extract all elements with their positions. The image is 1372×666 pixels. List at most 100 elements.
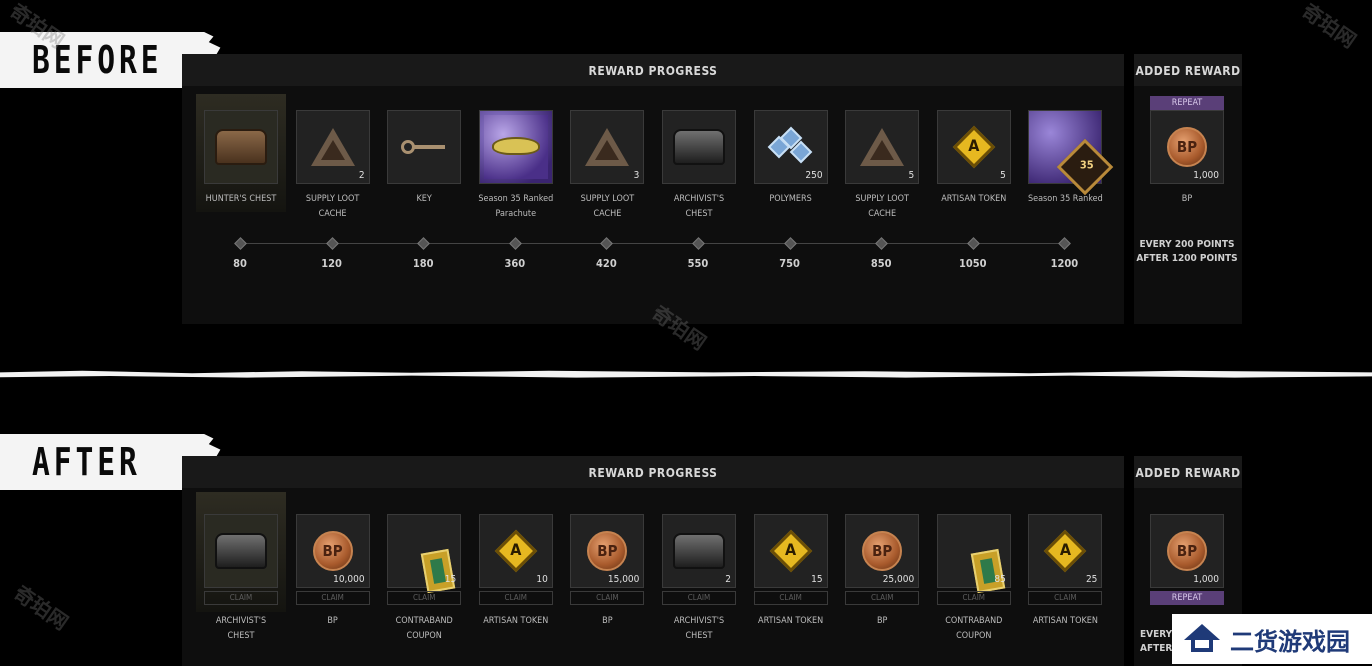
reward-slot[interactable]: A5 [936, 110, 1011, 184]
reward-qty: 5 [908, 170, 915, 181]
reward-progress-title: REWARD PROGRESS [182, 54, 1124, 86]
hunters-chest-icon [215, 129, 267, 165]
after-section: AFTER REWARD PROGRESS ADDED REWARD CLAIM… [0, 378, 1372, 666]
points-label: 850 [870, 257, 892, 270]
reward-label: SUPPLY LOOT CACHE [855, 194, 909, 219]
watermark: 奇珀网 [1297, 0, 1361, 53]
repeat-badge: REPEAT [1150, 96, 1224, 110]
reward-label: BP [602, 616, 613, 626]
archivists-chest-icon [673, 533, 725, 569]
before-section: BEFORE REWARD PROGRESS ADDED REWARD HUNT… [0, 0, 1372, 368]
watermark: 奇珀网 [9, 580, 73, 635]
reward-slot[interactable]: A 10 [478, 514, 553, 588]
reward-label: BP [876, 616, 888, 626]
added-reward-qty: 1,000 [1193, 170, 1219, 181]
claim-button[interactable]: CLAIM [387, 591, 462, 605]
claim-button[interactable]: CLAIM [204, 591, 278, 605]
reward-slot[interactable]: A 25 [1028, 514, 1103, 588]
points-label: 420 [596, 257, 617, 270]
artisan-token-icon: A [494, 529, 538, 573]
added-reward-slot[interactable]: BP 1,000 [1150, 514, 1224, 588]
reward-slot[interactable]: 2 [662, 514, 736, 588]
reward-slot[interactable]: A 15 [753, 514, 828, 588]
reward-slot[interactable] [204, 110, 278, 184]
claim-button[interactable]: CLAIM [570, 591, 645, 605]
house-logo-icon [1184, 624, 1220, 640]
contraband-coupon-icon [420, 548, 456, 594]
reward-slot[interactable]: 85 [936, 514, 1011, 594]
reward-slot[interactable]: BP 25,000 [845, 514, 920, 588]
reward-qty: 15,000 [607, 574, 640, 585]
claim-button[interactable]: CLAIM [753, 591, 828, 605]
reward-label: CONTRABAND COUPON [945, 616, 1003, 641]
progress-track [240, 243, 1064, 244]
reward-label: ARTISAN TOKEN [941, 194, 1007, 204]
site-logo-text: 二货游戏园 [1230, 628, 1350, 656]
reward-slot[interactable]: 3 [570, 110, 645, 184]
bp-coin-icon: BP [1167, 127, 1207, 167]
reward-label: SUPPLY LOOT CACHE [580, 194, 635, 219]
reward-qty: 85 [994, 574, 1006, 585]
reward-slot[interactable]: 5 [845, 110, 920, 184]
reward-slot[interactable]: 2 [295, 110, 370, 184]
reward-label: ARCHIVIST'S CHEST [673, 194, 725, 219]
reward-qty: 15 [444, 574, 457, 585]
reward-slot[interactable] [204, 514, 278, 588]
contraband-coupon-icon [970, 548, 1006, 594]
reward-qty: 10,000 [333, 574, 365, 585]
after-tag-text: AFTER [32, 440, 141, 484]
site-logo: 二货游戏园 [1172, 614, 1372, 664]
claim-button[interactable]: CLAIM [662, 591, 736, 605]
reward-qty: 250 [805, 170, 823, 181]
claim-button[interactable]: CLAIM [478, 591, 553, 605]
reward-slot[interactable]: BP 10,000 [295, 514, 370, 588]
reward-qty: 5 [1000, 170, 1006, 181]
bp-coin-icon: BP [587, 531, 628, 571]
supply-loot-cache-icon [585, 128, 630, 166]
reward-label: ARCHIVIST'S CHEST [215, 616, 267, 641]
claim-button[interactable]: CLAIM [936, 591, 1011, 605]
bp-coin-icon: BP [862, 531, 903, 571]
claim-button[interactable]: CLAIM [1028, 591, 1103, 605]
reward-label: ARTISAN TOKEN [1032, 616, 1098, 626]
reward-label: Season 35 Ranked Parachute [478, 194, 554, 219]
points-label: 1200 [1050, 257, 1079, 270]
added-reward-panel: ADDED REWARD [1134, 54, 1242, 324]
reward-slot[interactable] [478, 110, 553, 184]
bp-coin-icon: BP [1167, 531, 1207, 571]
repeat-badge: REPEAT [1150, 591, 1224, 605]
key-icon [401, 140, 447, 154]
reward-label: HUNTER'S CHEST [205, 194, 277, 204]
reward-label: CONTRABAND COUPON [395, 616, 453, 641]
added-reward-label: BP [1181, 194, 1193, 204]
points-label: 1050 [959, 257, 987, 270]
claim-button[interactable]: CLAIM [845, 591, 920, 605]
bp-coin-icon: BP [312, 531, 353, 571]
points-label: 550 [687, 257, 709, 270]
reward-qty: 3 [633, 170, 640, 181]
reward-qty: 2 [725, 574, 731, 585]
reward-slot[interactable]: 35 [1028, 110, 1114, 196]
added-reward-qty: 1,000 [1193, 574, 1219, 585]
reward-slot[interactable]: BP 15,000 [570, 514, 645, 588]
reward-slot[interactable]: 15 [387, 514, 462, 594]
reward-label: ARTISAN TOKEN [758, 616, 824, 626]
reward-slot[interactable] [387, 110, 462, 184]
artisan-token-icon: A [1043, 529, 1087, 573]
added-reward-title: ADDED REWARD [1134, 54, 1242, 86]
reward-qty: 15 [811, 574, 823, 585]
points-label: 360 [504, 257, 526, 270]
artisan-token-icon: A [769, 529, 813, 573]
reward-slot[interactable]: 250 [753, 110, 828, 184]
reward-qty: 10 [536, 574, 548, 585]
added-reward-slot[interactable]: BP 1,000 [1150, 110, 1224, 184]
reward-slot[interactable] [662, 110, 736, 184]
reward-label: BP [327, 616, 338, 626]
reward-qty: 25 [1085, 574, 1098, 585]
reward-qty: 25,000 [882, 574, 915, 585]
points-label: 80 [233, 257, 247, 270]
points-label: 180 [412, 257, 434, 270]
supply-loot-cache-icon [310, 128, 355, 166]
points-label: 750 [779, 257, 800, 270]
claim-button[interactable]: CLAIM [295, 591, 370, 605]
